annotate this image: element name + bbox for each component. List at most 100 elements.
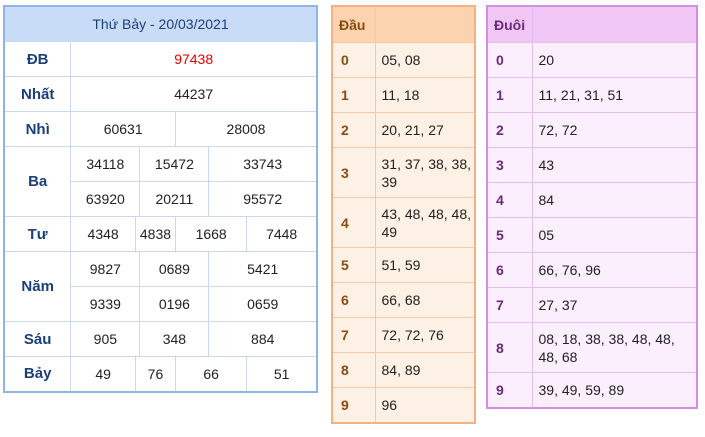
dau-num: 7 <box>331 317 376 353</box>
row-label: Năm <box>3 251 72 322</box>
dau-row: 3 31, 37, 38, 38, 39 <box>331 147 476 198</box>
dau-row: 6 66, 68 <box>331 282 476 318</box>
duoi-num: 4 <box>486 182 533 218</box>
duoi-num: 3 <box>486 147 533 183</box>
duoi-num: 5 <box>486 217 533 253</box>
dau-values: 66, 68 <box>374 282 476 318</box>
row-label: Sáu <box>3 321 72 357</box>
duoi-header: Đuôi <box>486 5 533 43</box>
duoi-num: 2 <box>486 112 533 148</box>
prize-value: 15472 <box>139 146 210 182</box>
results-title: Thứ Bảy - 20/03/2021 <box>3 5 318 42</box>
duoi-values: 20 <box>531 42 698 78</box>
dau-row: 2 20, 21, 27 <box>331 112 476 148</box>
duoi-values: 39, 49, 59, 89 <box>531 372 698 408</box>
duoi-row: 3 43 <box>486 147 698 183</box>
row-nhi: Nhì 60631 28008 <box>3 111 318 147</box>
prize-value: 884 <box>208 321 318 357</box>
row-label: Bảy <box>3 356 72 392</box>
dau-num: 3 <box>331 147 376 198</box>
duoi-values: 43 <box>531 147 698 183</box>
prize-value: 49 <box>70 356 136 392</box>
prize-value: 60631 <box>70 111 177 147</box>
row-bay: Bảy 49 76 66 51 <box>3 356 318 392</box>
dau-values: 51, 59 <box>374 247 476 283</box>
dau-values: 20, 21, 27 <box>374 112 476 148</box>
duoi-values: 08, 18, 38, 38, 48, 48, 48, 68 <box>531 322 698 373</box>
prize-value: 51 <box>246 356 318 392</box>
dau-row: 4 43, 48, 48, 48, 49 <box>331 197 476 248</box>
duoi-num: 9 <box>486 372 533 408</box>
dau-header-blank <box>374 5 476 43</box>
duoi-row: 1 11, 21, 31, 51 <box>486 77 698 113</box>
row-nam: Năm 9827 0689 5421 <box>3 251 318 322</box>
dau-num: 6 <box>331 282 376 318</box>
prize-value: 33743 <box>208 146 318 182</box>
lottery-results-table: Thứ Bảy - 20/03/2021 ĐB 97438 Nhất 44237… <box>3 5 318 393</box>
dau-values: 72, 72, 76 <box>374 317 476 353</box>
dau-header: Đầu <box>331 5 376 43</box>
duoi-num: 8 <box>486 322 533 373</box>
prize-value: 28008 <box>175 111 318 147</box>
dau-num: 4 <box>331 197 376 248</box>
dau-values: 84, 89 <box>374 352 476 388</box>
dau-num: 2 <box>331 112 376 148</box>
row-label: Tư <box>3 216 72 252</box>
dau-table: Đầu 0 05, 08 1 11, 18 2 20, 21, 27 3 31, 37,… <box>331 5 476 424</box>
row-nhat: Nhất 44237 <box>3 76 318 112</box>
prize-value: 4348 <box>70 216 136 252</box>
duoi-table: Đuôi 0 20 1 11, 21, 31, 51 2 72, 72 3 43 4 84… <box>486 5 698 409</box>
dau-values: 96 <box>374 387 476 423</box>
row-tu: Tư 4348 4838 1668 7448 <box>3 216 318 252</box>
prize-value: 76 <box>134 356 177 392</box>
duoi-row: 5 05 <box>486 217 698 253</box>
row-db: ĐB 97438 <box>3 41 318 77</box>
dau-num: 1 <box>331 77 376 113</box>
duoi-row: 2 72, 72 <box>486 112 698 148</box>
duoi-row: 8 08, 18, 38, 38, 48, 48, 48, 68 <box>486 322 698 373</box>
duoi-values: 66, 76, 96 <box>531 252 698 288</box>
dau-row: 9 96 <box>331 387 476 423</box>
dau-row: 1 11, 18 <box>331 77 476 113</box>
duoi-row: 6 66, 76, 96 <box>486 252 698 288</box>
special-prize-value: 97438 <box>70 41 318 77</box>
dau-values: 43, 48, 48, 48, 49 <box>374 197 476 248</box>
dau-values: 05, 08 <box>374 42 476 78</box>
prize-value: 34118 <box>70 146 141 182</box>
prize-value: 0196 <box>139 286 210 322</box>
dau-row: 8 84, 89 <box>331 352 476 388</box>
duoi-values: 84 <box>531 182 698 218</box>
dau-values: 31, 37, 38, 38, 39 <box>374 147 476 198</box>
prize-value: 66 <box>175 356 248 392</box>
prize-value: 20211 <box>139 181 210 217</box>
prize-value: 0659 <box>208 286 318 322</box>
duoi-num: 1 <box>486 77 533 113</box>
duoi-num: 6 <box>486 252 533 288</box>
duoi-values: 27, 37 <box>531 287 698 323</box>
duoi-values: 72, 72 <box>531 112 698 148</box>
row-label: Nhì <box>3 111 72 147</box>
prize-value: 1668 <box>175 216 248 252</box>
prize-value: 905 <box>70 321 141 357</box>
dau-num: 5 <box>331 247 376 283</box>
row-label: ĐB <box>3 41 72 77</box>
duoi-num: 0 <box>486 42 533 78</box>
dau-row: 7 72, 72, 76 <box>331 317 476 353</box>
prize-value: 44237 <box>70 76 318 112</box>
duoi-row: 9 39, 49, 59, 89 <box>486 372 698 408</box>
duoi-values: 05 <box>531 217 698 253</box>
dau-row: 0 05, 08 <box>331 42 476 78</box>
dau-row: 5 51, 59 <box>331 247 476 283</box>
prize-value: 4838 <box>134 216 177 252</box>
prize-value: 9339 <box>70 286 141 322</box>
dau-num: 0 <box>331 42 376 78</box>
prize-value: 63920 <box>70 181 141 217</box>
prize-value: 348 <box>139 321 210 357</box>
duoi-num: 7 <box>486 287 533 323</box>
prize-value: 9827 <box>70 251 141 287</box>
duoi-row: 4 84 <box>486 182 698 218</box>
duoi-row: 0 20 <box>486 42 698 78</box>
dau-num: 8 <box>331 352 376 388</box>
dau-values: 11, 18 <box>374 77 476 113</box>
dau-num: 9 <box>331 387 376 423</box>
